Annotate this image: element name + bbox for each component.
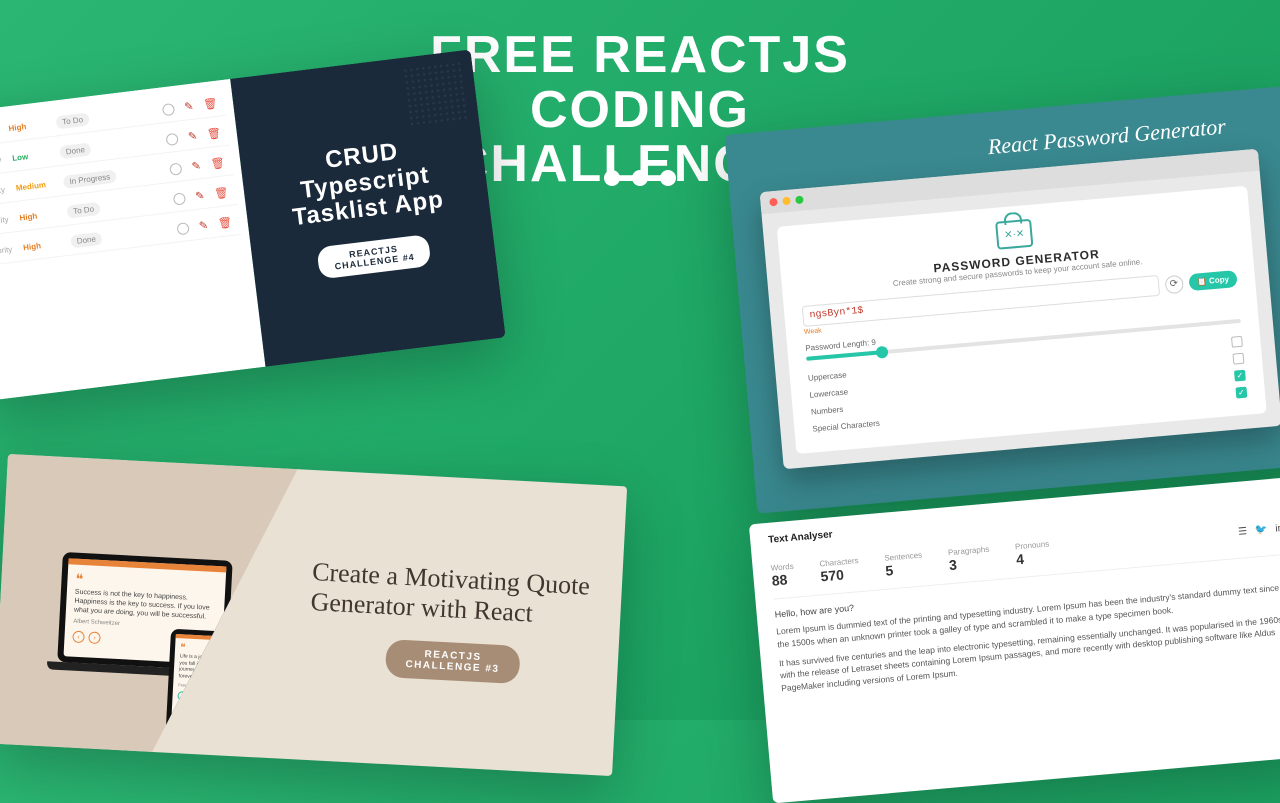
checkbox[interactable]: ✓ [1234,370,1246,382]
ta-textarea[interactable]: Lorem Ipsum is dummied text of the print… [776,581,1280,695]
task-status-pill[interactable]: Done [59,142,91,159]
ta-stat: Pronouns4 [1015,539,1051,567]
edit-icon[interactable]: ✎ [198,219,209,233]
edit-icon[interactable]: ✎ [187,129,198,143]
checkbox[interactable] [1231,336,1243,348]
edit-icon[interactable]: ✎ [184,100,195,114]
ta-stats-row: Words88 Characters570 Sentences5 Paragraphs… [770,511,1280,600]
window-min-icon[interactable] [782,197,791,206]
quote-challenge-badge: REACTJS CHALLENGE #3 [385,639,521,684]
stat-value: 5 [885,560,924,579]
priority-col-label: Priority [0,245,14,257]
stat-value: 4 [1015,548,1051,567]
priority-col-label: Priority [0,155,3,167]
share-icon[interactable]: ☰ [1238,526,1248,538]
window-close-icon[interactable] [769,198,778,207]
edit-icon[interactable]: ✎ [191,159,202,173]
stat-value: 88 [771,571,795,589]
task-priority: High [8,120,47,134]
task-priority: High [23,239,62,253]
progress-circle-icon[interactable] [176,222,189,235]
ta-stat: Paragraphs3 [948,545,991,574]
progress-circle-icon[interactable] [173,192,186,205]
priority-col-label: Priority [0,185,7,197]
task-priority: Low [12,149,51,163]
edit-icon[interactable]: ✎ [195,189,206,203]
pw-option-label: Uppercase [808,370,847,384]
ta-social-links[interactable]: ☰ 🐦 in [1238,523,1280,538]
challenge-card-quote[interactable]: ❝ Success is not the key to happiness. H… [0,454,627,776]
ta-stat: Characters570 [819,556,860,584]
ta-stat: Sentences5 [884,551,924,579]
priority-col-label: Priority [0,215,10,227]
challenge-card-password[interactable]: React Password Generator ✕·✕ PASSWORD GE… [725,86,1280,513]
next-icon[interactable]: › [88,632,101,645]
next-icon[interactable]: › [189,692,198,701]
tablet-mockup: ❝ Life is a journey, and if you fall in … [166,629,249,737]
ta-stat: Words88 [770,562,795,589]
checkbox[interactable]: ✓ [1235,387,1247,399]
task-priority: High [19,209,58,223]
lock-icon: ✕·✕ [995,219,1033,250]
stat-value: 3 [948,554,991,574]
pw-option-label: Lowercase [809,387,848,401]
laptop-mockup: ❝ Success is not the key to happiness. H… [57,552,233,671]
copy-button[interactable]: 📋 Copy [1188,270,1237,291]
title-dots [604,170,676,186]
task-status-pill[interactable]: In Progress [63,170,117,189]
challenge-card-crud[interactable]: Priority High To Do ✎ 🗑 Priority Low Done ✎ 🗑 Prio… [0,49,506,400]
prev-icon[interactable]: ‹ [177,691,186,700]
task-status-pill[interactable]: To Do [66,202,100,219]
trash-icon[interactable]: 🗑 [217,216,232,231]
stat-value: 570 [820,565,860,584]
crud-tasklist: Priority High To Do ✎ 🗑 Priority Low Done ✎ 🗑 Prio… [0,79,266,401]
task-priority: Medium [15,179,54,193]
linkedin-icon[interactable]: in [1275,523,1280,535]
pw-window: ✕·✕ PASSWORD GENERATOR Create strong and… [760,149,1280,470]
trash-icon[interactable]: 🗑 [214,186,229,201]
checkbox[interactable] [1232,353,1244,365]
prev-icon[interactable]: ‹ [72,631,85,644]
task-status-pill[interactable]: Done [70,232,102,249]
progress-circle-icon[interactable] [165,132,178,145]
quote-device-mockup: ❝ Success is not the key to happiness. H… [0,454,298,759]
trash-icon[interactable]: 🗑 [206,126,221,141]
crud-card-title: CRUD Typescript Tasklist App [285,135,446,232]
refresh-icon[interactable]: ⟳ [1164,274,1184,294]
trash-icon[interactable]: 🗑 [203,97,218,112]
task-status-pill[interactable]: To Do [55,112,89,129]
pw-option-label: Numbers [811,405,844,419]
crud-challenge-badge: REACTJS CHALLENGE #4 [316,234,432,279]
pw-option-label: Special Characters [812,419,880,436]
window-max-icon[interactable] [795,196,804,205]
progress-circle-icon[interactable] [162,102,175,115]
trash-icon[interactable]: 🗑 [210,156,225,171]
quote-card-title: Create a Motivating Quote Generator with… [310,557,603,632]
progress-circle-icon[interactable] [169,162,182,175]
twitter-icon[interactable]: 🐦 [1255,524,1268,536]
challenge-card-text-analyser[interactable]: Text Analyser Words88Characters570Senten… [749,477,1280,803]
